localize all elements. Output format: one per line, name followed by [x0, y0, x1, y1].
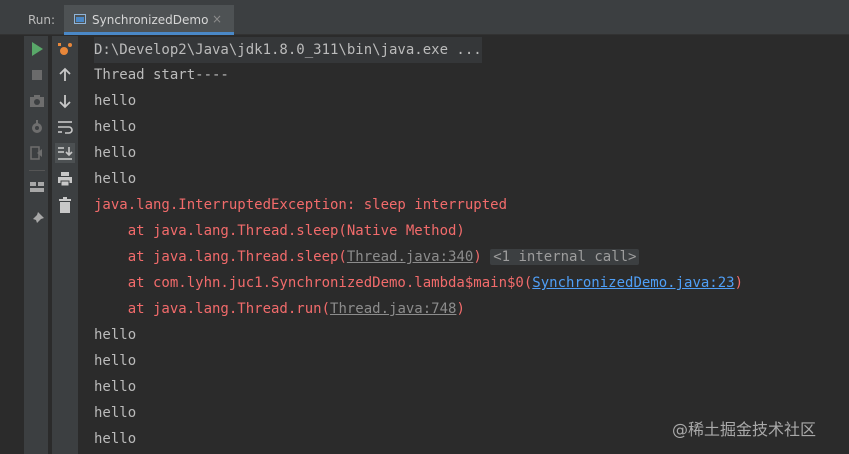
internal-call-fold[interactable]: <1 internal call>	[490, 249, 640, 265]
console-line: hello	[94, 353, 137, 369]
close-icon[interactable]: ×	[212, 12, 222, 26]
console-line: hello	[94, 93, 137, 109]
console-line: hello	[94, 119, 137, 135]
scroll-to-end-icon[interactable]	[55, 143, 75, 163]
run-toolbar-right	[52, 36, 78, 454]
rerun-icon[interactable]	[27, 39, 47, 59]
camera-icon[interactable]	[27, 91, 47, 111]
arrow-up-icon[interactable]	[55, 65, 75, 85]
trash-icon[interactable]	[55, 195, 75, 215]
stack-frame: at java.lang.Thread.run(Thread.java:748)	[94, 296, 465, 322]
stack-frame-text: )	[456, 301, 465, 317]
sweep-icon[interactable]	[55, 39, 75, 59]
console-line: hello	[94, 171, 137, 187]
tab-synchronized-demo[interactable]: SynchronizedDemo ×	[64, 5, 234, 35]
console-line: hello	[94, 327, 137, 343]
console-line: hello	[94, 145, 137, 161]
stack-frame: at java.lang.Thread.sleep(Native Method)	[94, 223, 465, 239]
stack-frame: at java.lang.Thread.sleep(Thread.java:34…	[94, 244, 640, 270]
print-icon[interactable]	[55, 169, 75, 189]
console-line: hello	[94, 379, 137, 395]
run-toolbar-left	[24, 36, 48, 454]
console-output[interactable]: D:\Develop2\Java\jdk1.8.0_311\bin\java.e…	[80, 36, 849, 454]
console-line: hello	[94, 431, 137, 447]
exit-icon[interactable]	[27, 143, 47, 163]
source-link[interactable]: Thread.java:748	[330, 301, 456, 317]
stop-icon[interactable]	[27, 65, 47, 85]
stack-frame-text: )	[734, 275, 744, 291]
console-line: hello	[94, 405, 137, 421]
exception-header: java.lang.InterruptedException: sleep in…	[94, 197, 508, 213]
run-label: Run:	[28, 13, 56, 27]
stack-frame-text: at java.lang.Thread.sleep(	[94, 249, 347, 265]
console-line: Thread start----	[94, 67, 229, 83]
run-config-icon	[74, 14, 86, 24]
layout-icon[interactable]	[27, 177, 47, 197]
tab-title: SynchronizedDemo	[92, 13, 209, 27]
stack-frame-text: at java.lang.Thread.run(	[94, 301, 331, 317]
source-link[interactable]: SynchronizedDemo.java:23	[532, 275, 734, 291]
debug-gear-icon[interactable]	[27, 117, 47, 137]
stack-frame-text: at com.lyhn.juc1.SynchronizedDemo.lambda…	[94, 275, 533, 291]
stack-frame: at com.lyhn.juc1.SynchronizedDemo.lambda…	[94, 270, 743, 296]
arrow-down-icon[interactable]	[55, 91, 75, 111]
console-command-line: D:\Develop2\Java\jdk1.8.0_311\bin\java.e…	[94, 37, 482, 63]
run-tab-bar: Run: SynchronizedDemo ×	[0, 5, 849, 35]
toolbar-separator	[29, 170, 45, 171]
pin-icon[interactable]	[27, 209, 47, 229]
source-link[interactable]: Thread.java:340	[347, 249, 473, 265]
watermark: @稀土掘金技术社区	[672, 420, 817, 439]
soft-wrap-icon[interactable]	[55, 117, 75, 137]
stack-frame-text: )	[473, 249, 482, 265]
